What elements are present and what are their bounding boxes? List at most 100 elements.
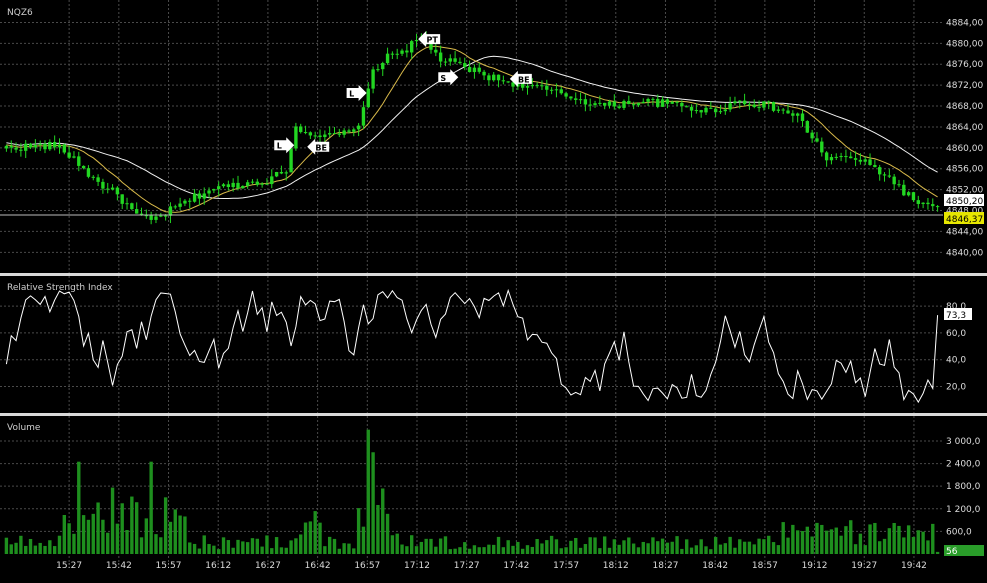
- volume-bar: [371, 452, 375, 554]
- candle-body: [873, 164, 877, 168]
- trading-chart: NQZ6 L BE L PT S BE 4884,00 4880,00 4876,00 4872…: [0, 0, 987, 583]
- candle-body: [718, 111, 723, 113]
- volume-bar: [554, 539, 559, 554]
- volume-bar: [569, 540, 573, 554]
- candle-body: [453, 58, 457, 62]
- volume-bar: [834, 527, 838, 554]
- volume-bar: [549, 535, 554, 554]
- candle-body: [14, 147, 18, 150]
- volume-bar: [453, 548, 457, 554]
- volume-bar: [438, 538, 443, 554]
- candle-body: [212, 189, 216, 191]
- candle-body: [24, 143, 28, 151]
- volume-bar: [410, 535, 414, 554]
- candle-body: [747, 104, 752, 106]
- volume-bar: [134, 502, 139, 554]
- candle-body: [588, 104, 592, 106]
- volume-bar: [853, 544, 858, 554]
- candle-body: [106, 188, 110, 190]
- price-tick-label: 4868,00: [946, 102, 983, 112]
- volume-bar: [839, 535, 843, 554]
- candle-body: [217, 186, 221, 190]
- volume-tick-label: 600,0: [946, 527, 972, 537]
- volume-bar: [183, 516, 187, 554]
- volume-bar: [815, 522, 819, 554]
- volume-bar: [675, 536, 679, 554]
- volume-bar: [516, 541, 520, 554]
- candle-body: [738, 100, 742, 102]
- volume-bar: [303, 522, 308, 554]
- candle-body: [704, 107, 708, 113]
- volume-bar: [593, 537, 597, 554]
- candle-body: [327, 133, 332, 135]
- candle-body: [43, 143, 47, 150]
- candle-body: [352, 129, 356, 132]
- candle-body: [921, 202, 925, 204]
- candle-body: [120, 194, 124, 204]
- candle-body: [443, 61, 448, 63]
- candle-body: [284, 172, 288, 174]
- candle-body: [458, 61, 462, 64]
- volume-bar: [424, 538, 428, 554]
- candle-body: [882, 174, 887, 176]
- candle-body: [935, 206, 940, 208]
- candle-body: [636, 103, 641, 106]
- candle-body: [670, 101, 674, 104]
- volume-bar: [868, 524, 872, 554]
- volume-bar: [791, 524, 795, 554]
- volume-bar: [270, 548, 274, 554]
- candle-body: [28, 143, 33, 148]
- volume-bar: [771, 542, 776, 554]
- volume-bar: [892, 522, 896, 554]
- volume-bar: [390, 535, 395, 554]
- candle-body: [641, 101, 645, 104]
- volume-bar: [545, 540, 549, 554]
- candle-body: [260, 183, 264, 185]
- candle-body: [554, 89, 559, 91]
- volume-bar: [24, 545, 28, 554]
- volume-bar: [878, 541, 882, 554]
- price-tick-label: 4876,00: [946, 60, 983, 70]
- candle-body: [829, 157, 834, 161]
- volume-bar: [429, 538, 433, 554]
- candle-body: [878, 167, 882, 175]
- candle-body: [448, 58, 452, 62]
- rsi-tick-label: 40,0: [946, 356, 966, 366]
- volume-bar: [844, 526, 848, 554]
- volume-bar: [289, 540, 293, 554]
- candle-body: [149, 215, 153, 220]
- volume-bar: [294, 538, 298, 554]
- candle-body: [467, 67, 472, 73]
- candle-body: [192, 193, 197, 202]
- volume-bar: [77, 461, 81, 554]
- candle-body: [506, 81, 510, 83]
- volume-bar: [318, 522, 322, 554]
- candle-body: [752, 104, 756, 108]
- candle-body: [612, 101, 617, 107]
- volume-bar: [274, 537, 279, 554]
- candle-body: [916, 200, 920, 204]
- volume-bar: [752, 544, 756, 554]
- candle-body: [791, 113, 795, 116]
- volume-bar: [62, 515, 66, 554]
- candle-body: [101, 181, 105, 189]
- volume-bar: [443, 536, 448, 554]
- volume-bar: [419, 541, 424, 554]
- candle-body: [299, 126, 303, 133]
- volume-bar: [525, 545, 530, 554]
- volume-bar: [501, 547, 506, 554]
- volume-bar: [723, 543, 727, 554]
- volume-bar: [96, 502, 100, 554]
- volume-bar: [299, 534, 303, 554]
- candle-body: [545, 85, 549, 90]
- candle-body: [371, 69, 375, 89]
- candle-body: [680, 102, 684, 107]
- volume-bar: [786, 537, 790, 554]
- candle-body: [757, 107, 761, 109]
- volume-bar: [159, 537, 163, 554]
- volume-bar: [762, 539, 766, 554]
- volume-bar: [4, 537, 9, 554]
- volume-bar: [197, 548, 202, 554]
- candle-body: [434, 49, 438, 53]
- volume-bar: [631, 543, 636, 554]
